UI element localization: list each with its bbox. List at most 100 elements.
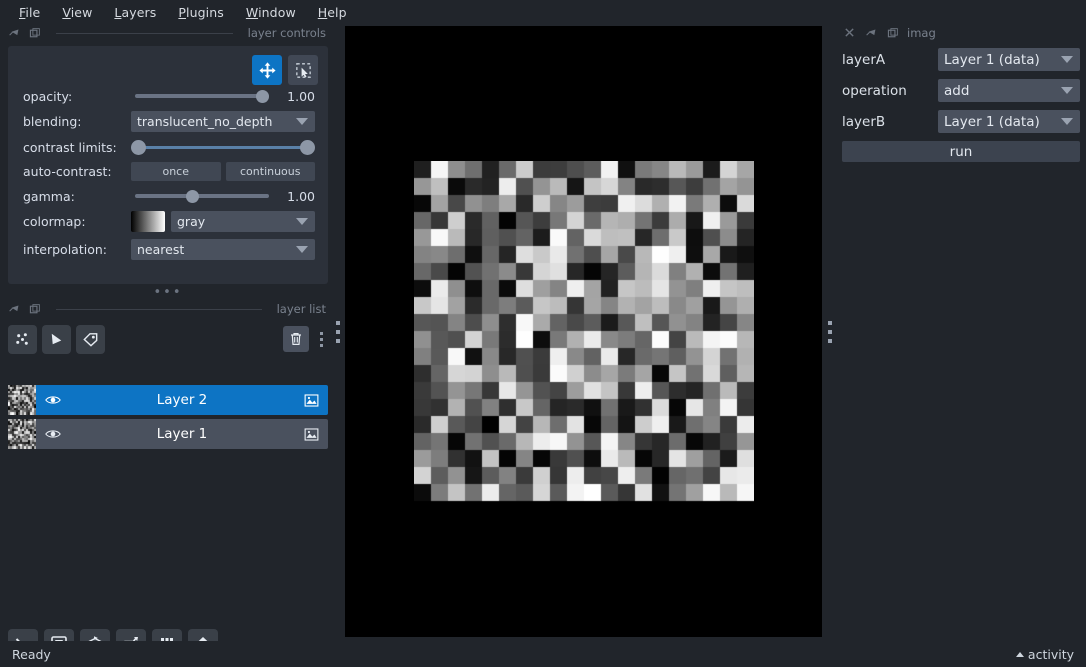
- layerA-row: layerA Layer 1 (data): [842, 48, 1080, 71]
- run-button[interactable]: run: [842, 141, 1080, 162]
- layer-list-menu-button[interactable]: [314, 331, 328, 347]
- blending-value: translucent_no_depth: [137, 114, 273, 129]
- interpolation-label: interpolation:: [23, 242, 107, 257]
- operation-value: add: [944, 82, 970, 99]
- pan-zoom-tool-button[interactable]: [252, 55, 282, 85]
- menu-help[interactable]: Help: [307, 3, 358, 22]
- layer-list-title: layer list: [276, 302, 326, 316]
- opacity-value: 1.00: [287, 88, 315, 104]
- layer-row-layer-2[interactable]: Layer 2: [8, 385, 328, 415]
- gamma-label: gamma:: [23, 188, 75, 204]
- viewer-canvas[interactable]: [345, 26, 822, 637]
- layer-list-toolbar: [8, 322, 328, 356]
- menu-view[interactable]: View: [51, 3, 103, 22]
- layer-controls-grid: opacity: 1.00 blending: translucent_no_d…: [8, 88, 328, 260]
- layer-mode-buttons: [252, 55, 318, 85]
- close-icon[interactable]: [844, 27, 857, 40]
- operation-row: operation add: [842, 79, 1080, 102]
- chevron-down-icon: [1061, 87, 1073, 94]
- menu-file[interactable]: File: [8, 3, 51, 22]
- new-shapes-layer-button[interactable]: [42, 324, 71, 354]
- labels-icon: [83, 332, 98, 347]
- status-bar: Ready activity: [0, 641, 1086, 667]
- layerA-combobox[interactable]: Layer 1 (data): [938, 48, 1080, 71]
- layer-controls-panel: opacity: 1.00 blending: translucent_no_d…: [8, 46, 328, 284]
- image-layer-icon: [294, 426, 328, 443]
- colormap-swatch: [131, 211, 165, 232]
- plugin-dock-title-bar: imag: [836, 24, 1086, 42]
- gamma-slider[interactable]: [131, 188, 275, 204]
- left-dock-area: layer controls opacity: 1.00 blending: t…: [0, 24, 336, 659]
- right-dock-area: imag layerA Layer 1 (data) operation add…: [836, 24, 1086, 604]
- napari-main-window: File View Layers Plugins Window Help lay…: [0, 0, 1086, 667]
- title-divider: [56, 32, 233, 34]
- eye-icon: [45, 430, 61, 438]
- menu-layers[interactable]: Layers: [103, 3, 167, 22]
- chevron-down-icon: [296, 218, 308, 225]
- auto-contrast-buttons: once continuous: [131, 162, 315, 181]
- menu-plugins[interactable]: Plugins: [167, 3, 234, 22]
- opacity-label: opacity:: [23, 88, 73, 104]
- left-splitter-handle[interactable]: [330, 300, 346, 364]
- layerB-label: layerB: [842, 113, 886, 130]
- maximize-icon[interactable]: [28, 303, 41, 316]
- colormap-row: gray: [131, 211, 315, 232]
- blending-label: blending:: [23, 114, 82, 129]
- transform-tool-button[interactable]: [288, 55, 318, 85]
- chevron-down-icon: [1061, 56, 1073, 63]
- undock-icon[interactable]: [865, 27, 878, 40]
- colormap-value: gray: [177, 214, 206, 229]
- layer-controls-title-bar: layer controls: [0, 24, 336, 42]
- gamma-row: 1.00: [131, 188, 315, 204]
- auto-contrast-once-button[interactable]: once: [131, 162, 221, 181]
- layer-name[interactable]: Layer 2: [70, 392, 294, 408]
- blending-combobox[interactable]: translucent_no_depth: [131, 111, 315, 132]
- delete-layer-button[interactable]: [283, 326, 309, 352]
- maximize-icon[interactable]: [886, 27, 899, 40]
- plugin-dock-title: imag: [907, 26, 936, 40]
- gamma-value: 1.00: [287, 188, 315, 204]
- trash-icon: [291, 333, 301, 345]
- layer-list-title-bar: layer list: [0, 300, 336, 318]
- layerB-value: Layer 1 (data): [944, 113, 1040, 130]
- layerB-combobox[interactable]: Layer 1 (data): [938, 110, 1080, 133]
- layer-controls-title: layer controls: [247, 26, 326, 40]
- operation-combobox[interactable]: add: [938, 79, 1080, 102]
- opacity-slider[interactable]: [131, 88, 275, 104]
- chevron-down-icon: [296, 246, 308, 253]
- undock-icon[interactable]: [8, 303, 21, 316]
- menu-bar: File View Layers Plugins Window Help: [0, 0, 1086, 24]
- chevron-down-icon: [296, 118, 308, 125]
- auto-contrast-label: auto-contrast:: [23, 164, 112, 179]
- visibility-toggle[interactable]: [36, 425, 70, 443]
- pan-zoom-icon: [258, 61, 276, 79]
- menu-window[interactable]: Window: [235, 3, 307, 22]
- layerA-value: Layer 1 (data): [944, 51, 1040, 68]
- activity-label: activity: [1027, 646, 1074, 662]
- dock-resize-grip[interactable]: •••: [0, 286, 336, 299]
- maximize-icon[interactable]: [28, 27, 41, 40]
- layer-name[interactable]: Layer 1: [70, 426, 294, 442]
- layer-thumbnail: [8, 385, 36, 415]
- interpolation-value: nearest: [137, 242, 185, 257]
- undock-icon[interactable]: [8, 27, 21, 40]
- auto-contrast-continuous-button[interactable]: continuous: [225, 162, 315, 181]
- chevron-up-icon: [1015, 651, 1024, 657]
- activity-button[interactable]: activity: [1015, 646, 1074, 662]
- layer-row-layer-1[interactable]: Layer 1: [8, 419, 328, 449]
- contrast-limits-label: contrast limits:: [23, 139, 117, 155]
- contrast-limits-slider[interactable]: [131, 139, 315, 155]
- colormap-combobox[interactable]: gray: [171, 211, 315, 232]
- layerB-row: layerB Layer 1 (data): [842, 110, 1080, 133]
- opacity-row: 1.00: [131, 88, 315, 104]
- shapes-icon: [51, 333, 62, 344]
- layerA-label: layerA: [842, 51, 886, 68]
- interpolation-combobox[interactable]: nearest: [131, 239, 315, 260]
- new-labels-layer-button[interactable]: [76, 324, 105, 354]
- visibility-toggle[interactable]: [36, 391, 70, 409]
- points-icon: [16, 332, 28, 345]
- colormap-label: colormap:: [23, 214, 86, 229]
- plugin-widget-form: layerA Layer 1 (data) operation add laye…: [842, 48, 1080, 162]
- transform-icon: [295, 62, 311, 78]
- new-points-layer-button[interactable]: [8, 324, 37, 354]
